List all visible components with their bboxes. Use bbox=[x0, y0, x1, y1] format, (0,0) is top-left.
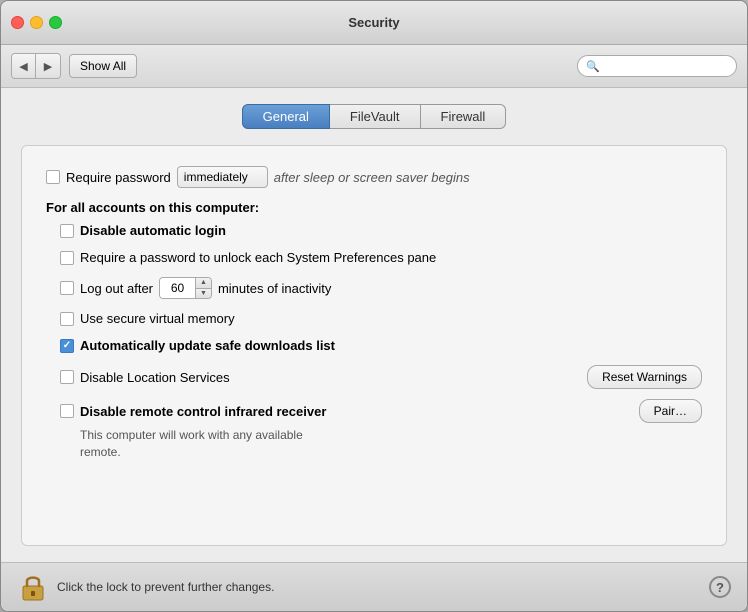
tab-firewall[interactable]: Firewall bbox=[421, 104, 507, 129]
require-password-unlock-row: Require a password to unlock each System… bbox=[60, 250, 702, 265]
help-button[interactable]: ? bbox=[709, 576, 731, 598]
secure-memory-row: Use secure virtual memory bbox=[60, 311, 702, 326]
infrared-left: Disable remote control infrared receiver bbox=[60, 404, 326, 419]
safe-downloads-label: Automatically update safe downloads list bbox=[80, 338, 335, 353]
minutes-stepper: ▲ ▼ bbox=[159, 277, 212, 299]
require-password-label: Require password bbox=[66, 170, 171, 185]
stepper-down[interactable]: ▼ bbox=[196, 289, 211, 299]
safe-downloads-row: Automatically update safe downloads list bbox=[60, 338, 702, 353]
sub-items: Disable automatic login Require a passwo… bbox=[46, 223, 702, 461]
tabs: General FileVault Firewall bbox=[21, 104, 727, 129]
tab-filevault[interactable]: FileVault bbox=[330, 104, 421, 129]
require-password-row: Require password immediately 5 seconds 1… bbox=[46, 166, 702, 188]
search-box: 🔍 bbox=[577, 55, 737, 77]
logout-checkbox[interactable] bbox=[60, 281, 74, 295]
toolbar: ◀ ▶ Show All 🔍 bbox=[1, 45, 747, 88]
safe-downloads-checkbox[interactable] bbox=[60, 339, 74, 353]
secure-memory-label: Use secure virtual memory bbox=[80, 311, 235, 326]
require-password-unlock-checkbox[interactable] bbox=[60, 251, 74, 265]
lock-icon[interactable] bbox=[17, 571, 49, 603]
disable-login-label: Disable automatic login bbox=[80, 223, 226, 238]
nav-buttons: ◀ ▶ bbox=[11, 53, 61, 79]
stepper-up[interactable]: ▲ bbox=[196, 278, 211, 289]
require-password-checkbox[interactable] bbox=[46, 170, 60, 184]
tab-general[interactable]: General bbox=[242, 104, 330, 129]
disable-login-checkbox[interactable] bbox=[60, 224, 74, 238]
logout-label: Log out after bbox=[80, 281, 153, 296]
location-checkbox[interactable] bbox=[60, 370, 74, 384]
logout-row: Log out after ▲ ▼ minutes of inactivity bbox=[60, 277, 702, 299]
search-input[interactable] bbox=[603, 59, 728, 73]
show-all-button[interactable]: Show All bbox=[69, 54, 137, 78]
footer: Click the lock to prevent further change… bbox=[1, 562, 747, 611]
minimize-button[interactable] bbox=[30, 16, 43, 29]
location-label: Disable Location Services bbox=[80, 370, 230, 385]
secure-memory-checkbox[interactable] bbox=[60, 312, 74, 326]
immediately-dropdown[interactable]: immediately 5 seconds 1 minute 5 minutes… bbox=[177, 166, 268, 188]
location-left: Disable Location Services bbox=[60, 370, 230, 385]
after-sleep-label: after sleep or screen saver begins bbox=[274, 170, 470, 185]
infrared-label: Disable remote control infrared receiver bbox=[80, 404, 326, 419]
disable-login-row: Disable automatic login bbox=[60, 223, 702, 238]
main-window: Security ◀ ▶ Show All 🔍 General FileVaul… bbox=[0, 0, 748, 612]
traffic-lights bbox=[11, 16, 62, 29]
infrared-row: Disable remote control infrared receiver… bbox=[60, 399, 702, 423]
window-title: Security bbox=[348, 15, 399, 30]
infrared-description: This computer will work with any availab… bbox=[60, 427, 320, 461]
stepper-buttons: ▲ ▼ bbox=[196, 278, 211, 298]
minutes-inactivity-label: minutes of inactivity bbox=[218, 281, 331, 296]
general-panel: Require password immediately 5 seconds 1… bbox=[21, 145, 727, 546]
back-button[interactable]: ◀ bbox=[12, 54, 36, 78]
main-content: General FileVault Firewall Require passw… bbox=[1, 88, 747, 562]
close-button[interactable] bbox=[11, 16, 24, 29]
location-services-row: Disable Location Services Reset Warnings bbox=[60, 365, 702, 389]
lock-text: Click the lock to prevent further change… bbox=[57, 580, 274, 594]
minutes-input[interactable] bbox=[160, 278, 196, 298]
titlebar: Security bbox=[1, 1, 747, 45]
pair-button[interactable]: Pair… bbox=[639, 399, 702, 423]
require-password-unlock-label: Require a password to unlock each System… bbox=[80, 250, 436, 265]
search-icon: 🔍 bbox=[586, 60, 600, 73]
maximize-button[interactable] bbox=[49, 16, 62, 29]
accounts-section-label: For all accounts on this computer: bbox=[46, 200, 702, 215]
immediately-dropdown-wrapper: immediately 5 seconds 1 minute 5 minutes… bbox=[177, 166, 268, 188]
forward-button[interactable]: ▶ bbox=[36, 54, 60, 78]
infrared-checkbox[interactable] bbox=[60, 404, 74, 418]
reset-warnings-button[interactable]: Reset Warnings bbox=[587, 365, 702, 389]
